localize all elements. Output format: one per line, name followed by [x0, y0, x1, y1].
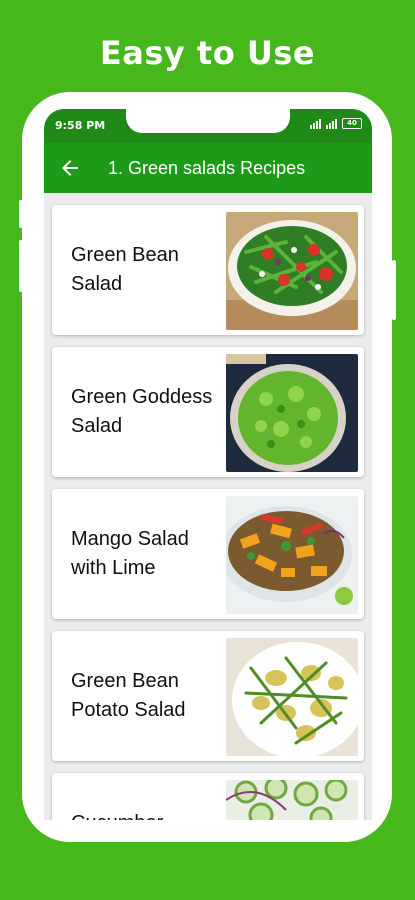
arrow-left-icon[interactable] [58, 156, 82, 180]
recipe-card[interactable]: Green Bean Potato Salad [52, 631, 364, 761]
recipe-title: Green Bean Potato Salad [71, 670, 186, 721]
recipe-image [226, 496, 358, 614]
recipe-list: Green Bean Salad Green Goddess Salad Man… [52, 205, 364, 820]
phone-side-button [392, 260, 396, 320]
recipe-title: Green Goddess Salad [71, 386, 213, 437]
app-screen: 9:58 PM 40 1. Green salads Recipes Green… [44, 109, 372, 820]
recipe-card[interactable]: Green Goddess Salad [52, 347, 364, 477]
recipe-title: Cucumber [71, 809, 221, 820]
recipe-title: Mango Salad with Lime [71, 528, 189, 579]
recipe-image [226, 354, 358, 472]
recipe-image [226, 638, 358, 756]
signal-icon [326, 118, 337, 129]
recipe-card[interactable]: Mango Salad with Lime [52, 489, 364, 619]
battery-icon: 40 [342, 118, 362, 129]
app-bar: 1. Green salads Recipes [44, 143, 372, 193]
recipe-title: Green Bean Salad [71, 244, 179, 295]
recipe-card[interactable]: Green Bean Salad [52, 205, 364, 335]
phone-side-button [19, 240, 23, 292]
signal-icon [310, 118, 321, 129]
status-bar: 9:58 PM 40 [44, 109, 372, 143]
recipe-card[interactable]: Cucumber [52, 773, 364, 820]
status-time: 9:58 PM [55, 119, 106, 132]
recipe-image [226, 212, 358, 330]
promo-title: Easy to Use [99, 34, 316, 72]
phone-side-button [19, 200, 23, 228]
recipe-image [226, 780, 358, 820]
camera-notch [126, 109, 290, 133]
page-title: 1. Green salads Recipes [108, 158, 306, 178]
